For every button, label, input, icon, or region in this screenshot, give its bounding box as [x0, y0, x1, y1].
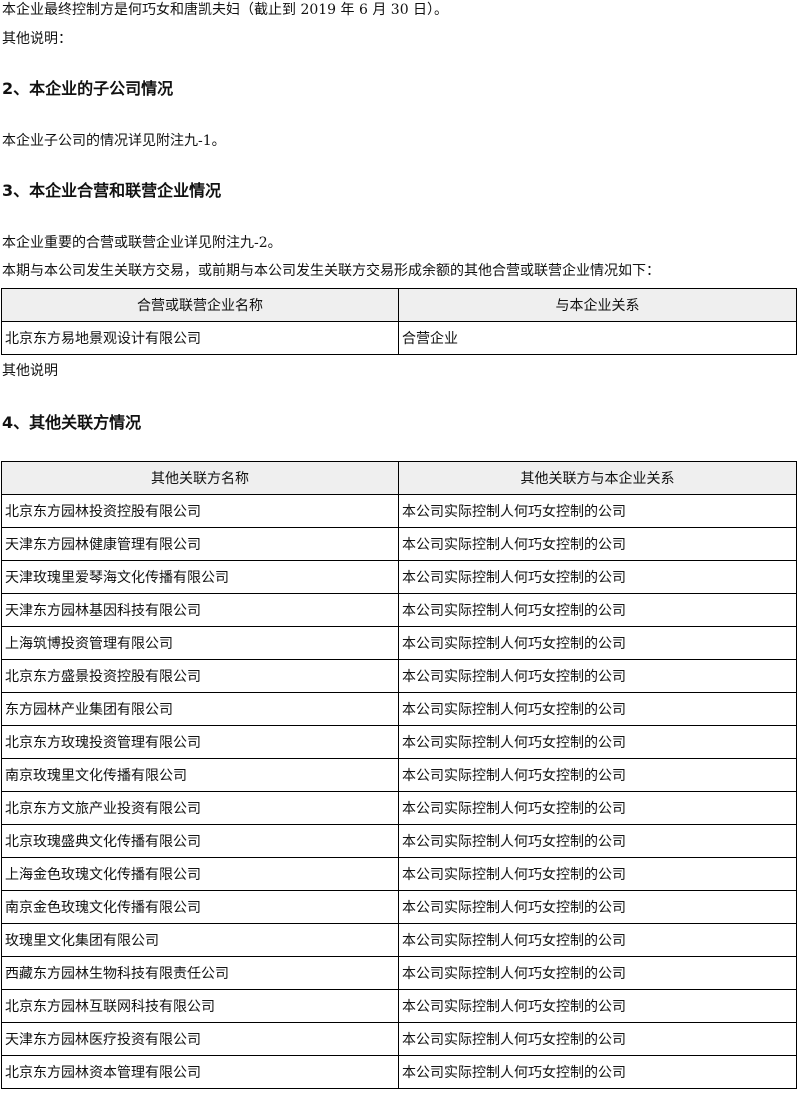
table-cell: 天津东方园林健康管理有限公司 — [1, 527, 399, 561]
other-note-label: 其他说明： — [2, 31, 72, 47]
table-cell: 本公司实际控制人何巧女控制的公司 — [398, 890, 797, 924]
document-page: 本企业最终控制方是何巧女和唐凯夫妇（截止到 2019 年 6 月 30 日）。 … — [0, 0, 800, 1099]
table-cell: 本公司实际控制人何巧女控制的公司 — [398, 1022, 797, 1056]
table-header-row: 合营或联营企业名称 与本企业关系 — [1, 288, 797, 322]
table-cell: 南京金色玫瑰文化传播有限公司 — [1, 890, 399, 924]
table-cell: 本公司实际控制人何巧女控制的公司 — [398, 989, 797, 1023]
table-cell: 本公司实际控制人何巧女控制的公司 — [398, 527, 797, 561]
table-cell: 本公司实际控制人何巧女控制的公司 — [398, 659, 797, 693]
table-cell: 南京玫瑰里文化传播有限公司 — [1, 758, 399, 792]
section-3-text-1: 本企业重要的合营或联营企业详见附注九-2。 — [2, 235, 282, 251]
section-3-note: 其他说明 — [2, 363, 58, 379]
table-cell: 北京东方文旅产业投资有限公司 — [1, 791, 399, 825]
table-cell: 北京东方园林资本管理有限公司 — [1, 1055, 399, 1089]
table-cell: 本公司实际控制人何巧女控制的公司 — [398, 560, 797, 594]
section-3-heading: 3、本企业合营和联营企业情况 — [2, 181, 222, 200]
table-row: 北京玫瑰盛典文化传播有限公司 本公司实际控制人何巧女控制的公司 — [1, 824, 797, 858]
column-header: 合营或联营企业名称 — [1, 288, 399, 322]
table-row: 南京金色玫瑰文化传播有限公司 本公司实际控制人何巧女控制的公司 — [1, 890, 797, 924]
table-cell: 本公司实际控制人何巧女控制的公司 — [398, 857, 797, 891]
section-4-heading: 4、其他关联方情况 — [2, 413, 142, 432]
table-row: 天津玫瑰里爱琴海文化传播有限公司 本公司实际控制人何巧女控制的公司 — [1, 560, 797, 594]
table-cell: 合营企业 — [398, 321, 797, 355]
table-cell: 北京东方园林投资控股有限公司 — [1, 494, 399, 528]
table-cell: 本公司实际控制人何巧女控制的公司 — [398, 758, 797, 792]
controller-statement: 本企业最终控制方是何巧女和唐凯夫妇（截止到 2019 年 6 月 30 日）。 — [2, 2, 449, 18]
column-header: 与本企业关系 — [398, 288, 797, 322]
table-cell: 本公司实际控制人何巧女控制的公司 — [398, 824, 797, 858]
table-row: 北京东方玫瑰投资管理有限公司 本公司实际控制人何巧女控制的公司 — [1, 725, 797, 759]
table-row: 东方园林产业集团有限公司 本公司实际控制人何巧女控制的公司 — [1, 692, 797, 726]
table-cell: 本公司实际控制人何巧女控制的公司 — [398, 1055, 797, 1089]
table-row: 上海筑博投资管理有限公司 本公司实际控制人何巧女控制的公司 — [1, 626, 797, 660]
table-row: 北京东方园林资本管理有限公司 本公司实际控制人何巧女控制的公司 — [1, 1055, 797, 1089]
table-cell: 北京东方易地景观设计有限公司 — [1, 321, 399, 355]
table-cell: 本公司实际控制人何巧女控制的公司 — [398, 494, 797, 528]
table-row: 南京玫瑰里文化传播有限公司 本公司实际控制人何巧女控制的公司 — [1, 758, 797, 792]
table-cell: 本公司实际控制人何巧女控制的公司 — [398, 593, 797, 627]
table-cell: 上海金色玫瑰文化传播有限公司 — [1, 857, 399, 891]
table-cell: 天津东方园林医疗投资有限公司 — [1, 1022, 399, 1056]
table-row: 北京东方文旅产业投资有限公司 本公司实际控制人何巧女控制的公司 — [1, 791, 797, 825]
table-cell: 本公司实际控制人何巧女控制的公司 — [398, 956, 797, 990]
table-row: 上海金色玫瑰文化传播有限公司 本公司实际控制人何巧女控制的公司 — [1, 857, 797, 891]
table-cell: 上海筑博投资管理有限公司 — [1, 626, 399, 660]
table-cell: 北京东方玫瑰投资管理有限公司 — [1, 725, 399, 759]
table-row: 西藏东方园林生物科技有限责任公司 本公司实际控制人何巧女控制的公司 — [1, 956, 797, 990]
table-row: 天津东方园林健康管理有限公司 本公司实际控制人何巧女控制的公司 — [1, 527, 797, 561]
table-cell: 西藏东方园林生物科技有限责任公司 — [1, 956, 399, 990]
related-party-table: 其他关联方名称 其他关联方与本企业关系 北京东方园林投资控股有限公司 本公司实际控… — [1, 461, 797, 1089]
column-header: 其他关联方名称 — [1, 461, 399, 495]
table-row: 天津东方园林医疗投资有限公司 本公司实际控制人何巧女控制的公司 — [1, 1022, 797, 1056]
table-cell: 玫瑰里文化集团有限公司 — [1, 923, 399, 957]
table-cell: 天津东方园林基因科技有限公司 — [1, 593, 399, 627]
table-row: 天津东方园林基因科技有限公司 本公司实际控制人何巧女控制的公司 — [1, 593, 797, 627]
table-cell: 天津玫瑰里爱琴海文化传播有限公司 — [1, 560, 399, 594]
section-3-text-2: 本期与本公司发生关联方交易，或前期与本公司发生关联方交易形成余额的其他合营或联营… — [2, 263, 660, 279]
joint-venture-table: 合营或联营企业名称 与本企业关系 北京东方易地景观设计有限公司 合营企业 — [1, 288, 797, 355]
table-cell: 本公司实际控制人何巧女控制的公司 — [398, 692, 797, 726]
table-cell: 本公司实际控制人何巧女控制的公司 — [398, 923, 797, 957]
table-row: 北京东方园林互联网科技有限公司 本公司实际控制人何巧女控制的公司 — [1, 989, 797, 1023]
column-header: 其他关联方与本企业关系 — [398, 461, 797, 495]
table-row: 北京东方易地景观设计有限公司 合营企业 — [1, 321, 797, 355]
section-2-heading: 2、本企业的子公司情况 — [2, 79, 174, 98]
table-cell: 本公司实际控制人何巧女控制的公司 — [398, 791, 797, 825]
table-cell: 北京东方盛景投资控股有限公司 — [1, 659, 399, 693]
table-cell: 北京东方园林互联网科技有限公司 — [1, 989, 399, 1023]
table-cell: 本公司实际控制人何巧女控制的公司 — [398, 626, 797, 660]
table-header-row: 其他关联方名称 其他关联方与本企业关系 — [1, 461, 797, 495]
table-row: 北京东方盛景投资控股有限公司 本公司实际控制人何巧女控制的公司 — [1, 659, 797, 693]
table-cell: 本公司实际控制人何巧女控制的公司 — [398, 725, 797, 759]
section-2-text: 本企业子公司的情况详见附注九-1。 — [2, 133, 226, 149]
table-row: 北京东方园林投资控股有限公司 本公司实际控制人何巧女控制的公司 — [1, 494, 797, 528]
table-cell: 东方园林产业集团有限公司 — [1, 692, 399, 726]
table-row: 玫瑰里文化集团有限公司 本公司实际控制人何巧女控制的公司 — [1, 923, 797, 957]
table-cell: 北京玫瑰盛典文化传播有限公司 — [1, 824, 399, 858]
